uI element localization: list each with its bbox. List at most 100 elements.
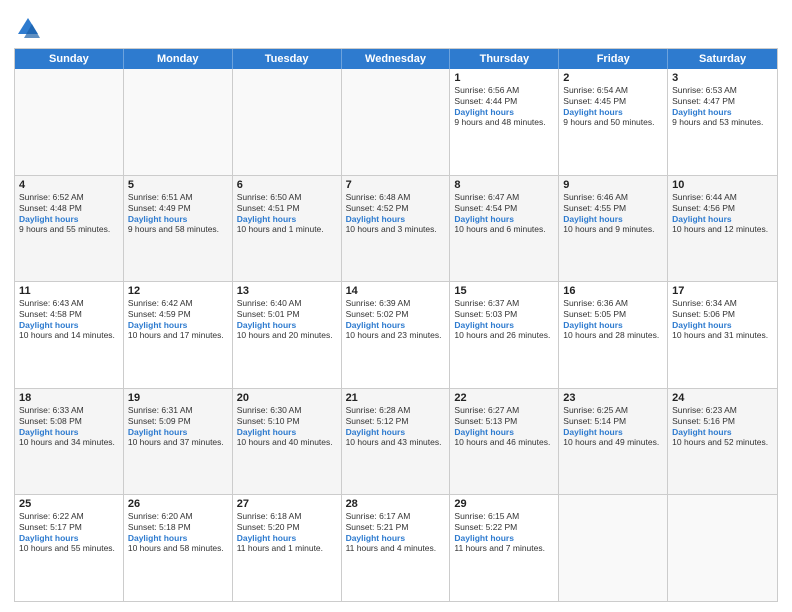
cell-sun-info: Sunrise: 6:20 AM — [128, 511, 228, 522]
cell-sunset-info: Sunset: 4:47 PM — [672, 96, 773, 107]
daylight-label: Daylight hours — [19, 533, 79, 543]
weekday-header-wednesday: Wednesday — [342, 49, 451, 69]
daylight-label: Daylight hours — [346, 533, 406, 543]
calendar-cell: 17Sunrise: 6:34 AMSunset: 5:06 PMDayligh… — [668, 282, 777, 388]
calendar-cell: 29Sunrise: 6:15 AMSunset: 5:22 PMDayligh… — [450, 495, 559, 601]
daylight-label: Daylight hours — [346, 214, 406, 224]
day-number: 21 — [346, 392, 446, 404]
cell-sun-info: Sunrise: 6:52 AM — [19, 192, 119, 203]
cell-sunset-info: Sunset: 4:45 PM — [563, 96, 663, 107]
cell-sunset-info: Sunset: 4:59 PM — [128, 309, 228, 320]
cell-sun-info: Sunrise: 6:22 AM — [19, 511, 119, 522]
daylight-value: 10 hours and 40 minutes. — [237, 437, 337, 448]
weekday-header-saturday: Saturday — [668, 49, 777, 69]
daylight-label: Daylight hours — [672, 320, 732, 330]
day-number: 27 — [237, 498, 337, 510]
cell-sun-info: Sunrise: 6:23 AM — [672, 405, 773, 416]
calendar-cell: 3Sunrise: 6:53 AMSunset: 4:47 PMDaylight… — [668, 69, 777, 175]
cell-sunset-info: Sunset: 5:21 PM — [346, 522, 446, 533]
calendar-cell: 13Sunrise: 6:40 AMSunset: 5:01 PMDayligh… — [233, 282, 342, 388]
day-number: 6 — [237, 179, 337, 191]
daylight-value: 10 hours and 31 minutes. — [672, 330, 773, 341]
day-number: 16 — [563, 285, 663, 297]
cell-sun-info: Sunrise: 6:43 AM — [19, 298, 119, 309]
calendar-row-1: 4Sunrise: 6:52 AMSunset: 4:48 PM Daylight… — [15, 176, 777, 283]
cell-sunset-info: Sunset: 5:20 PM — [237, 522, 337, 533]
daylight-value: 9 hours and 53 minutes. — [672, 117, 773, 128]
daylight-label: Daylight hours — [128, 533, 188, 543]
cell-sunset-info: Sunset: 5:01 PM — [237, 309, 337, 320]
calendar-row-2: 11Sunrise: 6:43 AMSunset: 4:58 PMDayligh… — [15, 282, 777, 389]
cell-sun-info: Sunrise: 6:33 AM — [19, 405, 119, 416]
calendar-cell — [668, 495, 777, 601]
day-number: 17 — [672, 285, 773, 297]
cell-sun-info: Sunrise: 6:50 AM — [237, 192, 337, 203]
day-number: 5 — [128, 179, 228, 191]
calendar-cell: 15Sunrise: 6:37 AMSunset: 5:03 PMDayligh… — [450, 282, 559, 388]
daylight-label: Daylight hours — [237, 320, 297, 330]
day-number: 23 — [563, 392, 663, 404]
daylight-value: 10 hours and 14 minutes. — [19, 330, 119, 341]
daylight-label: Daylight hours — [563, 427, 623, 437]
cell-sun-info: Sunrise: 6:46 AM — [563, 192, 663, 203]
daylight-value: 10 hours and 49 minutes. — [563, 437, 663, 448]
calendar-cell — [124, 69, 233, 175]
cell-sun-info: Sunrise: 6:54 AM — [563, 85, 663, 96]
calendar-cell: 28Sunrise: 6:17 AMSunset: 5:21 PMDayligh… — [342, 495, 451, 601]
day-number: 18 — [19, 392, 119, 404]
day-number: 14 — [346, 285, 446, 297]
daylight-label: Daylight hours — [128, 320, 188, 330]
cell-sunset-info: Sunset: 5:14 PM — [563, 416, 663, 427]
cell-sun-info: Sunrise: 6:36 AM — [563, 298, 663, 309]
day-number: 25 — [19, 498, 119, 510]
calendar-cell: 11Sunrise: 6:43 AMSunset: 4:58 PMDayligh… — [15, 282, 124, 388]
daylight-value: 10 hours and 58 minutes. — [128, 543, 228, 554]
cell-sun-info: Sunrise: 6:17 AM — [346, 511, 446, 522]
cell-sun-info: Sunrise: 6:28 AM — [346, 405, 446, 416]
daylight-label: Daylight hours — [454, 107, 514, 117]
daylight-value: 10 hours and 34 minutes. — [19, 437, 119, 448]
cell-sunset-info: Sunset: 5:12 PM — [346, 416, 446, 427]
cell-sunset-info: Sunset: 4:52 PM — [346, 203, 446, 214]
cell-sun-info: Sunrise: 6:25 AM — [563, 405, 663, 416]
cell-sunset-info: Sunset: 4:54 PM — [454, 203, 554, 214]
daylight-value: 10 hours and 37 minutes. — [128, 437, 228, 448]
cell-sun-info: Sunrise: 6:44 AM — [672, 192, 773, 203]
day-number: 2 — [563, 72, 663, 84]
weekday-header-monday: Monday — [124, 49, 233, 69]
cell-sun-info: Sunrise: 6:39 AM — [346, 298, 446, 309]
daylight-label: Daylight hours — [672, 214, 732, 224]
header — [14, 10, 778, 42]
daylight-value: 10 hours and 20 minutes. — [237, 330, 337, 341]
calendar-cell: 26Sunrise: 6:20 AMSunset: 5:18 PMDayligh… — [124, 495, 233, 601]
cell-sun-info: Sunrise: 6:56 AM — [454, 85, 554, 96]
calendar-body: 1Sunrise: 6:56 AMSunset: 4:44 PMDaylight… — [15, 69, 777, 601]
cell-sunset-info: Sunset: 4:48 PM — [19, 203, 119, 214]
daylight-label: Daylight hours — [672, 107, 732, 117]
cell-sunset-info: Sunset: 4:55 PM — [563, 203, 663, 214]
cell-sun-info: Sunrise: 6:42 AM — [128, 298, 228, 309]
day-number: 9 — [563, 179, 663, 191]
calendar-header: SundayMondayTuesdayWednesdayThursdayFrid… — [15, 49, 777, 69]
daylight-value: 9 hours and 50 minutes. — [563, 117, 663, 128]
cell-sunset-info: Sunset: 5:13 PM — [454, 416, 554, 427]
daylight-label: Daylight hours — [237, 533, 297, 543]
cell-sunset-info: Sunset: 5:18 PM — [128, 522, 228, 533]
cell-sun-info: Sunrise: 6:51 AM — [128, 192, 228, 203]
calendar-cell: 16Sunrise: 6:36 AMSunset: 5:05 PMDayligh… — [559, 282, 668, 388]
daylight-label: Daylight hours — [454, 427, 514, 437]
day-number: 7 — [346, 179, 446, 191]
cell-sunset-info: Sunset: 5:06 PM — [672, 309, 773, 320]
cell-sun-info: Sunrise: 6:47 AM — [454, 192, 554, 203]
calendar-cell: 10Sunrise: 6:44 AMSunset: 4:56 PMDayligh… — [668, 176, 777, 282]
calendar-cell: 21Sunrise: 6:28 AMSunset: 5:12 PMDayligh… — [342, 389, 451, 495]
daylight-value: 9 hours and 48 minutes. — [454, 117, 554, 128]
calendar-row-0: 1Sunrise: 6:56 AMSunset: 4:44 PMDaylight… — [15, 69, 777, 176]
daylight-label: Daylight hours — [563, 107, 623, 117]
cell-sunset-info: Sunset: 5:08 PM — [19, 416, 119, 427]
day-number: 4 — [19, 179, 119, 191]
day-number: 15 — [454, 285, 554, 297]
day-number: 28 — [346, 498, 446, 510]
calendar-cell — [559, 495, 668, 601]
daylight-value: 10 hours and 23 minutes. — [346, 330, 446, 341]
